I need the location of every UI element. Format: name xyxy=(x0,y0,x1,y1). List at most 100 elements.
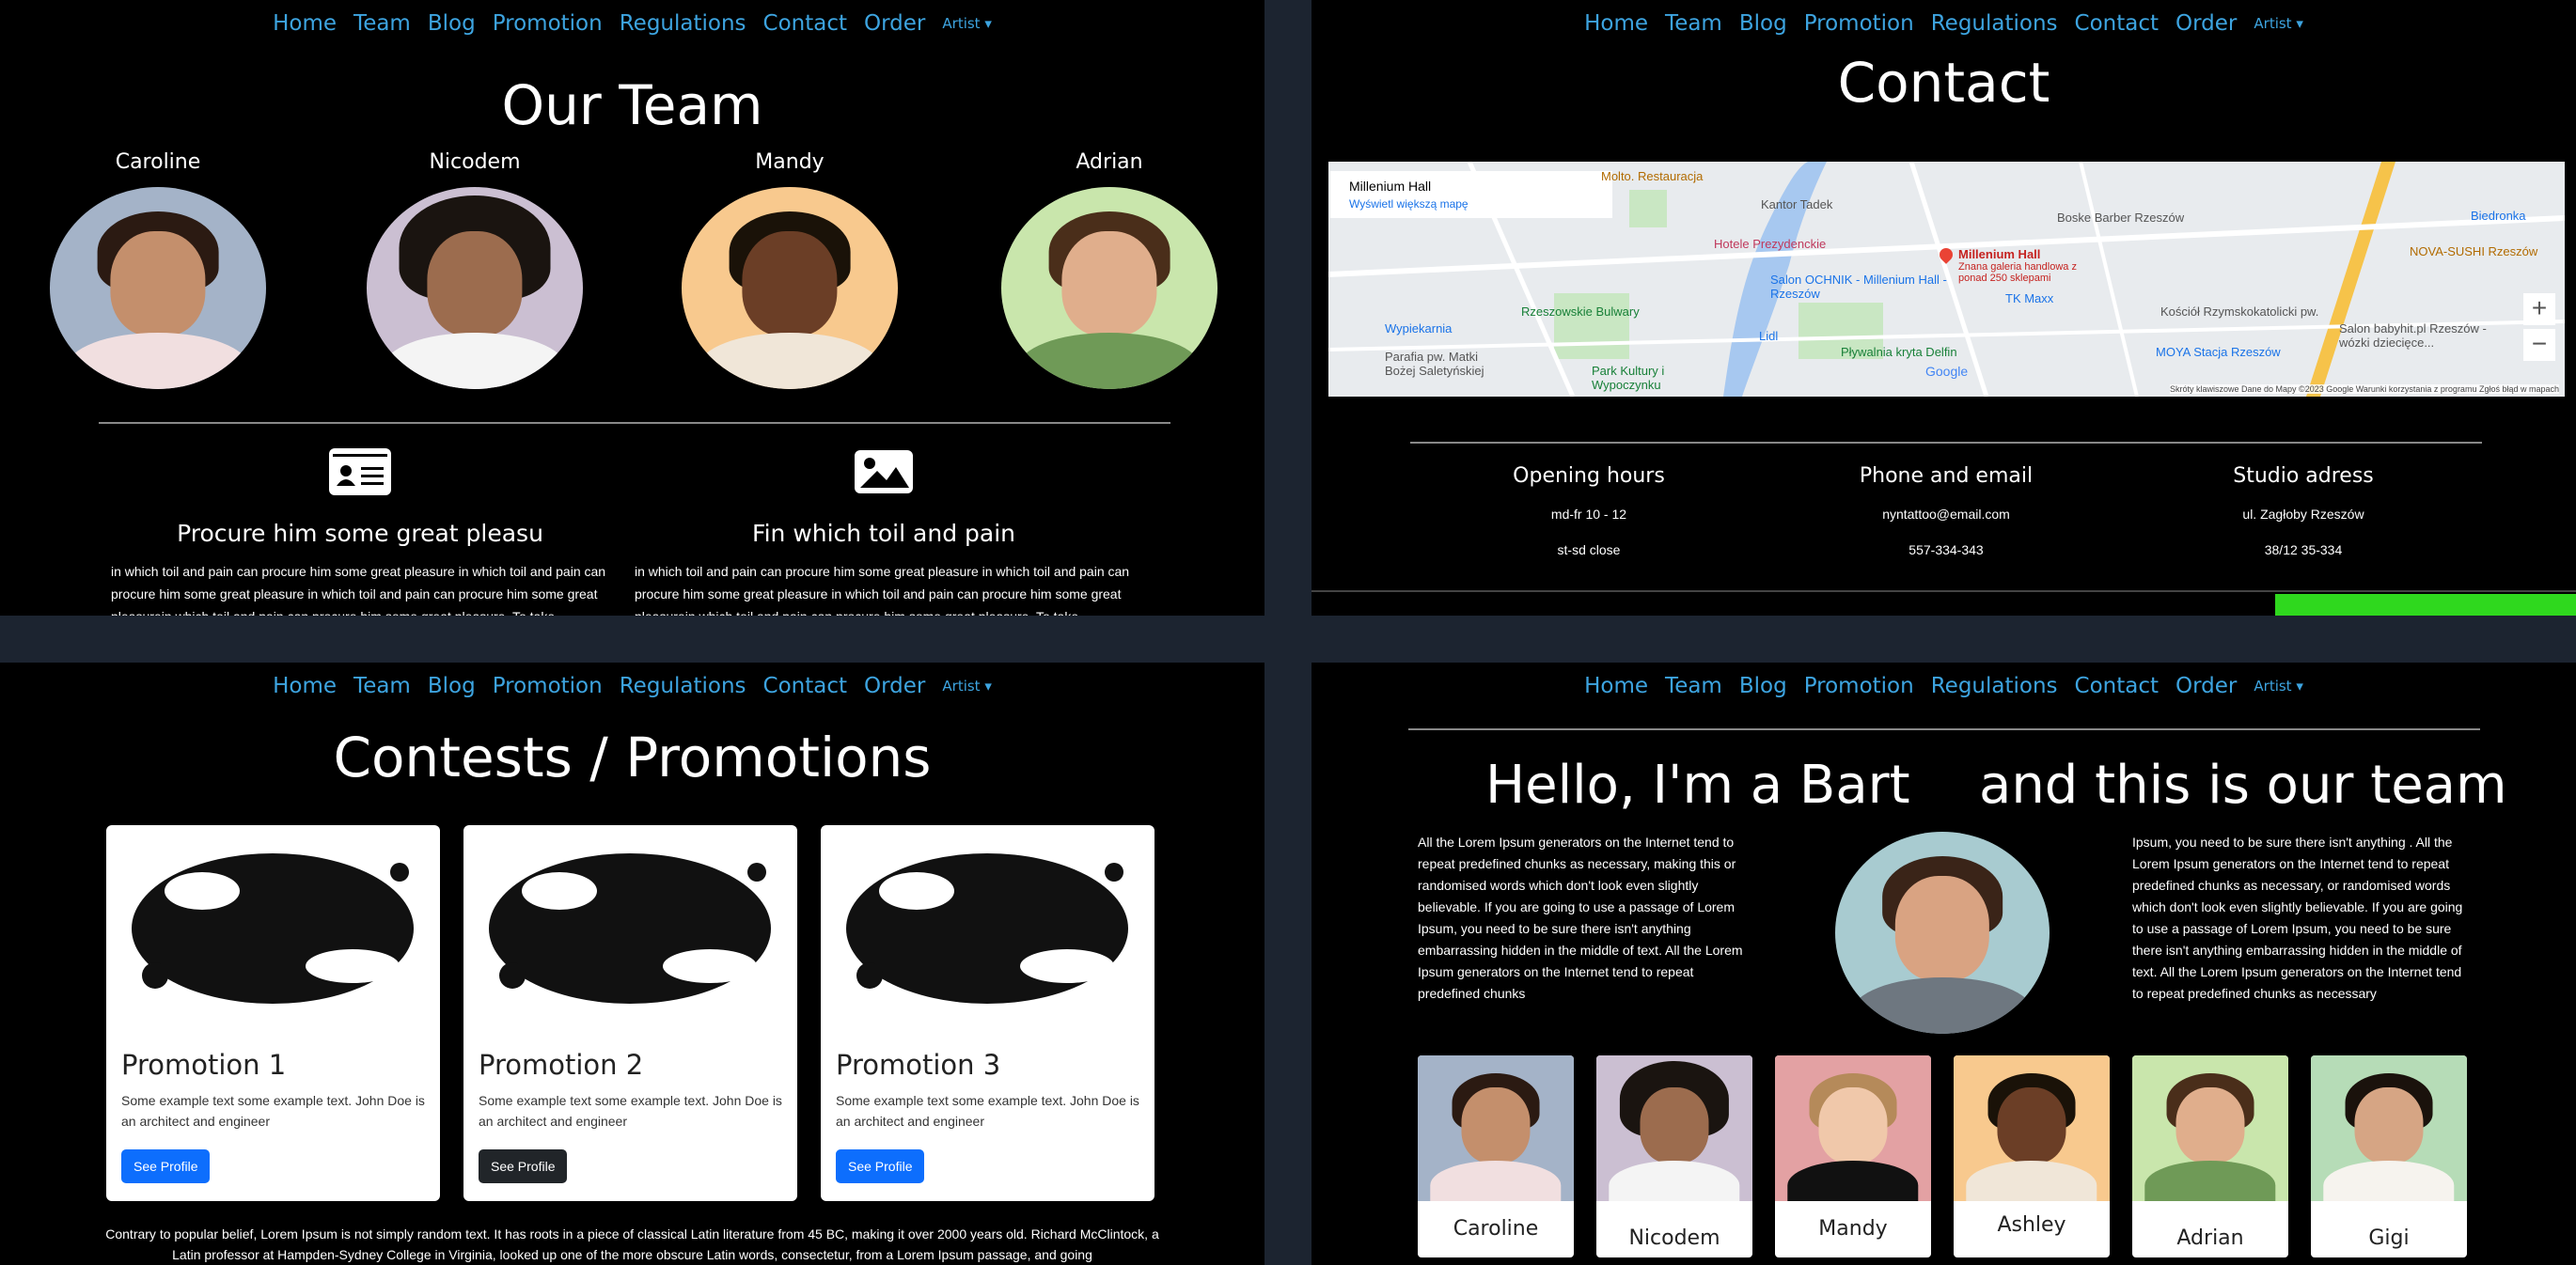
team-tile[interactable]: Gigi xyxy=(2311,1055,2467,1257)
phone-email-column: Phone and email nyntattoo@email.com 557-… xyxy=(1805,464,2087,557)
nav-team[interactable]: Team xyxy=(1665,674,1722,698)
nav-artist-dropdown[interactable]: Artist ▾ xyxy=(2254,678,2302,695)
nav-contact[interactable]: Contact xyxy=(2075,674,2159,698)
map-label: Wypiekarnia xyxy=(1385,321,1453,336)
map-label: NOVA-SUSHI Rzeszów xyxy=(2410,244,2538,258)
nav-artist-dropdown[interactable]: Artist ▾ xyxy=(942,678,991,695)
feature-title: Fin which toil and pain xyxy=(752,520,1015,547)
info-heading: Phone and email xyxy=(1859,464,2034,488)
nav-promotion[interactable]: Promotion xyxy=(1804,11,1914,36)
nav-regulations[interactable]: Regulations xyxy=(1931,11,2058,36)
team-member: Mandy xyxy=(668,150,912,389)
nav-contact[interactable]: Contact xyxy=(2075,11,2159,36)
feature-text: in which toil and pain can procure him s… xyxy=(111,564,606,616)
team-tile[interactable]: Caroline xyxy=(1418,1055,1574,1257)
nav-regulations[interactable]: Regulations xyxy=(620,11,746,36)
green-accent-bar xyxy=(2275,594,2576,616)
map-label: Millenium Hall xyxy=(1958,247,2041,261)
team-member: Nicodem xyxy=(353,150,597,389)
feature-block: Procure him some great pleasu in which t… xyxy=(111,446,609,616)
member-avatar xyxy=(1001,187,1217,389)
nav-contact[interactable]: Contact xyxy=(763,674,847,698)
bart-team-page-panel: Home Team Blog Promotion Regulations Con… xyxy=(1312,663,2576,1265)
main-nav: Home Team Blog Promotion Regulations Con… xyxy=(1312,674,2576,698)
member-avatar xyxy=(50,187,266,389)
map-label: Biedronka xyxy=(2471,209,2526,223)
nav-team[interactable]: Team xyxy=(353,674,411,698)
map-label: MOYA Stacja Rzeszów xyxy=(2156,345,2281,359)
see-profile-button[interactable]: See Profile xyxy=(479,1149,568,1183)
map-label: Salon OCHNIK - Millenium Hall - Rzeszów xyxy=(1770,273,1947,301)
nav-promotion[interactable]: Promotion xyxy=(493,11,603,36)
tile-photo xyxy=(1954,1055,2110,1201)
page-title: Our Team xyxy=(501,73,763,137)
main-nav: Home Team Blog Promotion Regulations Con… xyxy=(0,11,1264,36)
card-title: Promotion 2 xyxy=(479,1049,644,1081)
nav-team[interactable]: Team xyxy=(353,11,411,36)
member-avatar xyxy=(367,187,583,389)
nav-blog[interactable]: Blog xyxy=(428,11,476,36)
tile-photo xyxy=(2132,1055,2288,1201)
nav-order[interactable]: Order xyxy=(864,674,925,698)
nav-order[interactable]: Order xyxy=(2175,674,2237,698)
feature-text: in which toil and pain can procure him s… xyxy=(635,564,1130,616)
page-title: Contests / Promotions xyxy=(333,726,932,789)
promotion-card: Promotion 1 Some example text some examp… xyxy=(106,825,440,1201)
nav-contact[interactable]: Contact xyxy=(763,11,847,36)
nav-order[interactable]: Order xyxy=(2175,11,2237,36)
card-text: Some example text some example text. Joh… xyxy=(479,1093,782,1129)
see-profile-button[interactable]: See Profile xyxy=(121,1149,211,1183)
nav-artist-dropdown[interactable]: Artist ▾ xyxy=(942,15,991,32)
tile-photo xyxy=(1596,1055,1752,1201)
tile-name: Ashley xyxy=(1997,1213,2066,1237)
tile-photo xyxy=(1418,1055,1574,1201)
page-title: Contact xyxy=(1837,51,2050,115)
divider xyxy=(1408,728,2480,730)
id-card-icon xyxy=(327,446,393,497)
info-line: st-sd close xyxy=(1557,542,1621,557)
map-label: Rzeszowskie Bulwary xyxy=(1521,305,1640,319)
map-embed[interactable]: Millenium Hall Wyświetl większą mapę Mol… xyxy=(1328,162,2565,397)
nav-home[interactable]: Home xyxy=(273,674,337,698)
divider xyxy=(1410,442,2482,444)
map-label: Kościół Rzymskokatolicki pw. xyxy=(2160,305,2319,319)
nav-promotion[interactable]: Promotion xyxy=(493,674,603,698)
nav-regulations[interactable]: Regulations xyxy=(1931,674,2058,698)
nyn-tattoo-logo xyxy=(118,835,429,1023)
team-page-panel: Home Team Blog Promotion Regulations Con… xyxy=(0,0,1264,616)
nyn-tattoo-logo xyxy=(832,835,1143,1023)
info-line: ul. Zagłoby Rzeszów xyxy=(2242,507,2364,522)
lorem-paragraph: Contrary to popular belief, Lorem Ipsum … xyxy=(105,1226,1159,1262)
nav-blog[interactable]: Blog xyxy=(428,674,476,698)
info-line: md-fr 10 - 12 xyxy=(1550,507,1627,522)
map-place-card: Millenium Hall Wyświetl większą mapę xyxy=(1330,171,1612,218)
nav-order[interactable]: Order xyxy=(864,11,925,36)
zoom-out-button[interactable]: − xyxy=(2523,329,2555,361)
map-label: Kantor Tadek xyxy=(1761,197,1833,211)
team-member: Adrian xyxy=(987,150,1232,389)
nav-blog[interactable]: Blog xyxy=(1739,11,1787,36)
map-label: Pływalnia kryta Delfin xyxy=(1841,345,1957,359)
team-tile[interactable]: Adrian xyxy=(2132,1055,2288,1257)
map-footer[interactable]: Skróty klawiszowe Dane do Mapy ©2023 Goo… xyxy=(2170,384,2559,394)
nav-team[interactable]: Team xyxy=(1665,11,1722,36)
bart-avatar xyxy=(1835,832,2050,1034)
map-larger-link[interactable]: Wyświetl większą mapę xyxy=(1349,197,1594,211)
info-heading: Opening hours xyxy=(1513,464,1665,488)
feature-title: Procure him some great pleasu xyxy=(177,520,543,547)
map-label: TK Maxx xyxy=(2005,291,2054,305)
zoom-in-button[interactable]: + xyxy=(2523,293,2555,325)
team-tile[interactable]: Mandy xyxy=(1775,1055,1931,1257)
team-tile[interactable]: Ashley xyxy=(1954,1055,2110,1257)
nav-home[interactable]: Home xyxy=(273,11,337,36)
nav-home[interactable]: Home xyxy=(1584,674,1648,698)
nav-regulations[interactable]: Regulations xyxy=(620,674,746,698)
nav-promotion[interactable]: Promotion xyxy=(1804,674,1914,698)
nav-artist-dropdown[interactable]: Artist ▾ xyxy=(2254,15,2302,32)
team-tile[interactable]: Nicodem xyxy=(1596,1055,1752,1257)
map-label: Lidl xyxy=(1759,329,1779,343)
nav-home[interactable]: Home xyxy=(1584,11,1648,36)
card-title: Promotion 1 xyxy=(121,1049,287,1081)
nav-blog[interactable]: Blog xyxy=(1739,674,1787,698)
see-profile-button[interactable]: See Profile xyxy=(836,1149,925,1183)
